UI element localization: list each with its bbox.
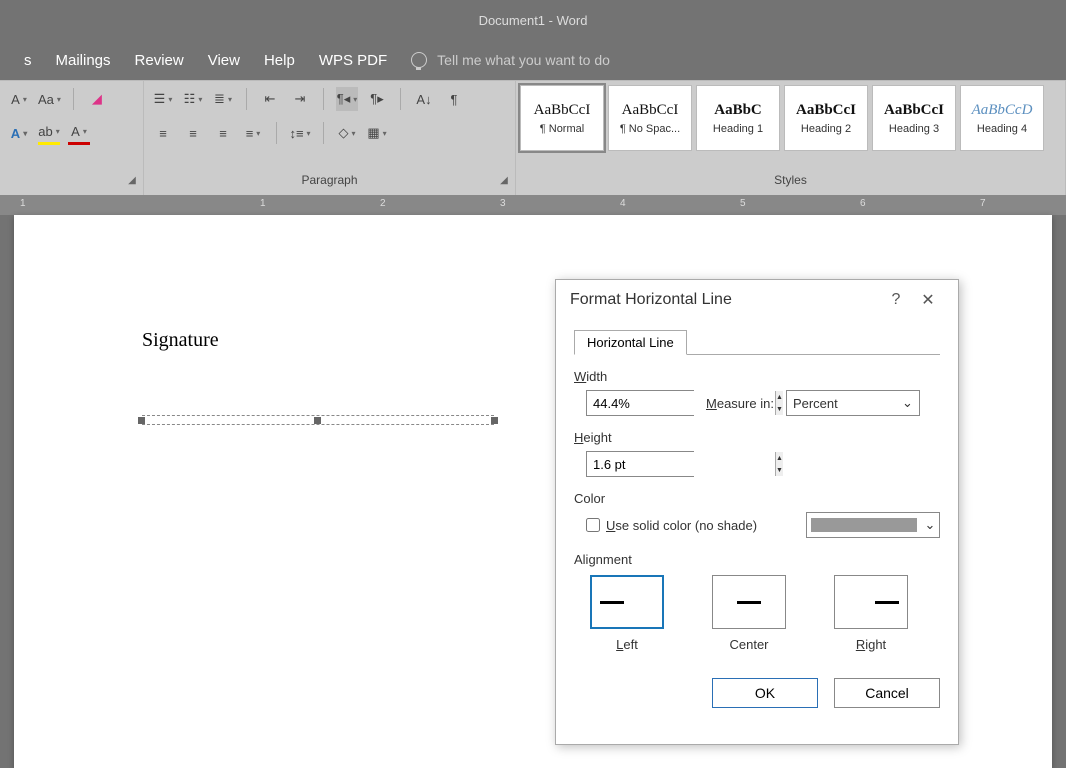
line-spacing-button[interactable]: ↕≡	[289, 121, 311, 145]
menu-item-help[interactable]: Help	[264, 52, 295, 69]
align-center-button[interactable]: ≡	[182, 121, 204, 145]
show-marks-button[interactable]: ¶	[443, 87, 465, 111]
clear-formatting-button[interactable]: ◢	[86, 87, 108, 111]
chevron-down-icon: ⌄	[921, 517, 939, 533]
spin-up-icon[interactable]: ▲	[776, 452, 783, 464]
solid-color-checkbox[interactable]: Use solid color (no shade)	[586, 518, 757, 533]
width-spinner[interactable]: ▲▼	[586, 390, 694, 416]
bullets-button[interactable]: ☰	[152, 87, 174, 111]
menu-item-wpspdf[interactable]: WPS PDF	[319, 52, 387, 69]
numbering-button[interactable]: ☷	[182, 87, 204, 111]
ruler[interactable]: 1 1 2 3 4 5 6 7	[0, 195, 1066, 215]
style-tile-heading2[interactable]: AaBbCcI Heading 2	[784, 85, 868, 151]
color-select[interactable]: ⌄	[806, 512, 940, 538]
style-tile-nospacing[interactable]: AaBbCcI ¶ No Spac...	[608, 85, 692, 151]
increase-indent-button[interactable]: ⇥	[289, 87, 311, 111]
menu-item-view[interactable]: View	[208, 52, 240, 69]
font-group-label: ◢	[0, 173, 143, 195]
ribbon-group-styles: AaBbCcI ¶ Normal AaBbCcI ¶ No Spac... Aa…	[516, 81, 1066, 195]
close-button[interactable]: ✕	[912, 290, 944, 310]
sort-button[interactable]: A↓	[413, 87, 435, 111]
decrease-indent-button[interactable]: ⇤	[259, 87, 281, 111]
menubar: s Mailings Review View Help WPS PDF Tell…	[0, 40, 1066, 80]
menu-item[interactable]: s	[24, 52, 32, 69]
spin-down-icon[interactable]: ▼	[776, 403, 783, 415]
color-label: Color	[574, 491, 940, 506]
align-right-button[interactable]: ≡	[212, 121, 234, 145]
ribbon-group-paragraph: ☰ ☷ ≣ ⇤ ⇥ ¶◂ ¶▸ A↓ ¶ ≡ ≡ ≡ ≡ ↕≡	[144, 81, 516, 195]
height-label: Height	[574, 430, 940, 445]
resize-handle-icon[interactable]	[314, 417, 321, 424]
borders-button[interactable]: ▦	[366, 121, 388, 145]
dialog-title: Format Horizontal Line	[570, 291, 880, 309]
help-button[interactable]: ?	[880, 291, 912, 309]
solid-color-check-input[interactable]	[586, 518, 600, 532]
lightbulb-icon	[411, 52, 427, 68]
height-spinner[interactable]: ▲▼	[586, 451, 694, 477]
style-tile-heading1[interactable]: AaBbC Heading 1	[696, 85, 780, 151]
align-left-button[interactable]: ≡	[152, 121, 174, 145]
align-left-option[interactable]: Left	[590, 575, 664, 652]
style-tile-heading4[interactable]: AaBbCcD Heading 4	[960, 85, 1044, 151]
styles-gallery: AaBbCcI ¶ Normal AaBbCcI ¶ No Spac... Aa…	[516, 81, 1065, 173]
tab-horizontal-line[interactable]: Horizontal Line	[574, 330, 687, 355]
ribbon: A Aa ◢ A ab A ◢ ☰ ☷ ≣ ⇤ ⇥	[0, 80, 1066, 195]
measure-select[interactable]: Percent ⌄	[786, 390, 920, 416]
format-horizontal-line-dialog: Format Horizontal Line ? ✕ Horizontal Li…	[555, 279, 959, 745]
width-label: Width	[574, 369, 940, 384]
justify-button[interactable]: ≡	[242, 121, 264, 145]
document-text[interactable]: Signature	[142, 329, 219, 352]
font-size-down-button[interactable]: A	[8, 87, 30, 111]
titlebar: Document1 - Word	[0, 0, 1066, 40]
tellme-search[interactable]: Tell me what you want to do	[411, 52, 610, 68]
alignment-label: Alignment	[574, 552, 940, 567]
highlight-button[interactable]: ab	[38, 121, 60, 145]
style-tile-normal[interactable]: AaBbCcI ¶ Normal	[520, 85, 604, 151]
text-effects-button[interactable]: A	[8, 121, 30, 145]
color-swatch-icon	[811, 518, 917, 532]
window-title: Document1 - Word	[479, 13, 588, 28]
spin-down-icon[interactable]: ▼	[776, 464, 783, 476]
align-right-option[interactable]: Right	[834, 575, 908, 652]
dialog-titlebar: Format Horizontal Line ? ✕	[556, 280, 958, 320]
rtl-button[interactable]: ¶▸	[366, 87, 388, 111]
multilevel-button[interactable]: ≣	[212, 87, 234, 111]
shading-button[interactable]: ◇	[336, 121, 358, 145]
horizontal-line-selected[interactable]	[142, 415, 494, 425]
height-input[interactable]	[587, 452, 775, 476]
styles-group-label: Styles	[516, 173, 1065, 195]
dialog-launcher-icon[interactable]: ◢	[497, 175, 511, 189]
paragraph-group-label: Paragraph ◢	[144, 173, 515, 195]
dialog-launcher-icon[interactable]: ◢	[125, 175, 139, 189]
menu-item-mailings[interactable]: Mailings	[56, 52, 111, 69]
ok-button[interactable]: OK	[712, 678, 818, 708]
cancel-button[interactable]: Cancel	[834, 678, 940, 708]
spin-up-icon[interactable]: ▲	[776, 391, 783, 403]
chevron-down-icon: ⌄	[902, 395, 913, 411]
change-case-button[interactable]: Aa	[38, 87, 61, 111]
ribbon-group-font: A Aa ◢ A ab A ◢	[0, 81, 144, 195]
tellme-text: Tell me what you want to do	[437, 52, 610, 68]
font-color-button[interactable]: A	[68, 121, 90, 145]
style-tile-heading3[interactable]: AaBbCcI Heading 3	[872, 85, 956, 151]
measure-label: Measure in:	[706, 396, 774, 411]
menu-item-review[interactable]: Review	[135, 52, 184, 69]
align-center-option[interactable]: Center	[712, 575, 786, 652]
ltr-button[interactable]: ¶◂	[336, 87, 358, 111]
